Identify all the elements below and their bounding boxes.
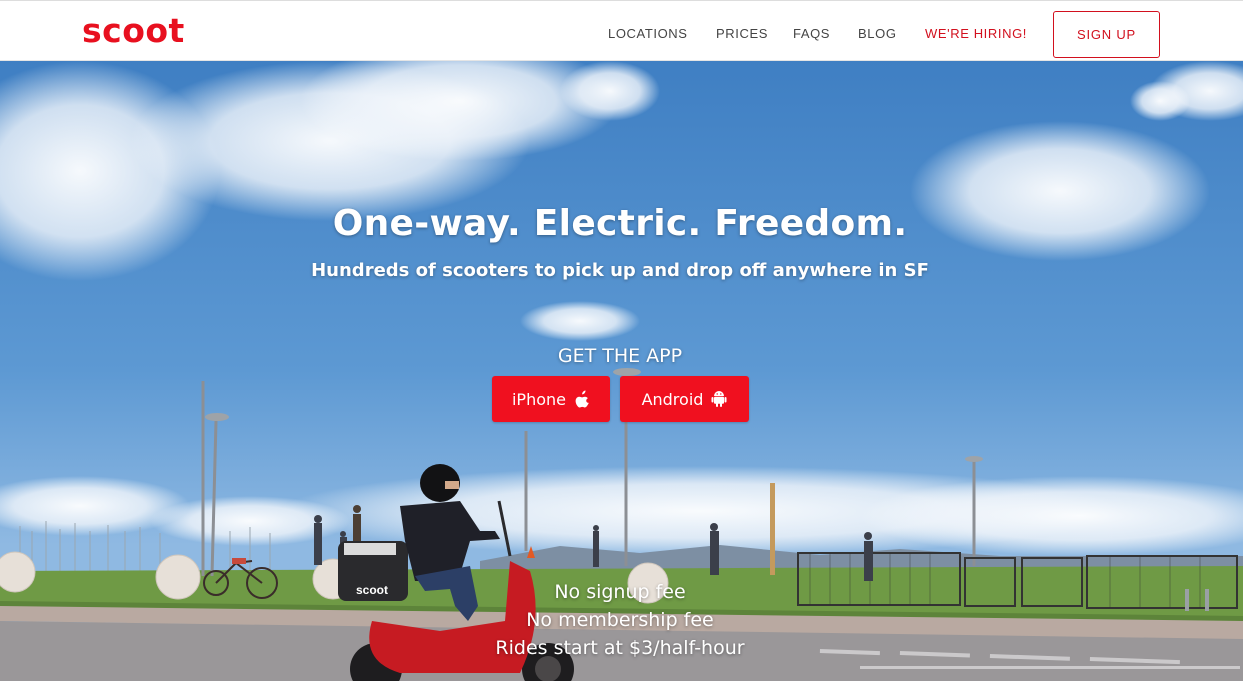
scoot-logo[interactable]: scoot [82,11,185,51]
nav-link-prices[interactable]: PRICES [716,26,768,41]
nav-link-faqs[interactable]: FAQS [793,26,830,41]
android-button-label: Android [641,389,704,409]
nav-link-hiring[interactable]: WE'RE HIRING! [925,26,1027,41]
iphone-download-button[interactable]: iPhone [492,376,610,422]
hero-section: scoot One-way. Electric. Freedom. Hundre… [0,61,1243,681]
nav-link-locations[interactable]: LOCATIONS [608,26,688,41]
get-the-app-label: GET THE APP [557,345,683,367]
sign-up-button[interactable]: SIGN UP [1053,11,1160,58]
top-navigation: scoot LOCATIONS PRICES FAQS BLOG WE'RE H… [0,0,1243,61]
feature-no-signup-fee: No signup fee [554,581,686,603]
apple-icon [575,390,589,408]
feature-no-membership-fee: No membership fee [526,609,714,631]
feature-rides-price: Rides start at $3/half-hour [495,637,745,659]
android-icon [711,391,727,407]
android-download-button[interactable]: Android [620,376,749,422]
hero-subtitle: Hundreds of scooters to pick up and drop… [311,260,929,281]
nav-link-blog[interactable]: BLOG [858,26,897,41]
iphone-button-label: iPhone [511,389,566,409]
hero-title: One-way. Electric. Freedom. [332,203,908,244]
